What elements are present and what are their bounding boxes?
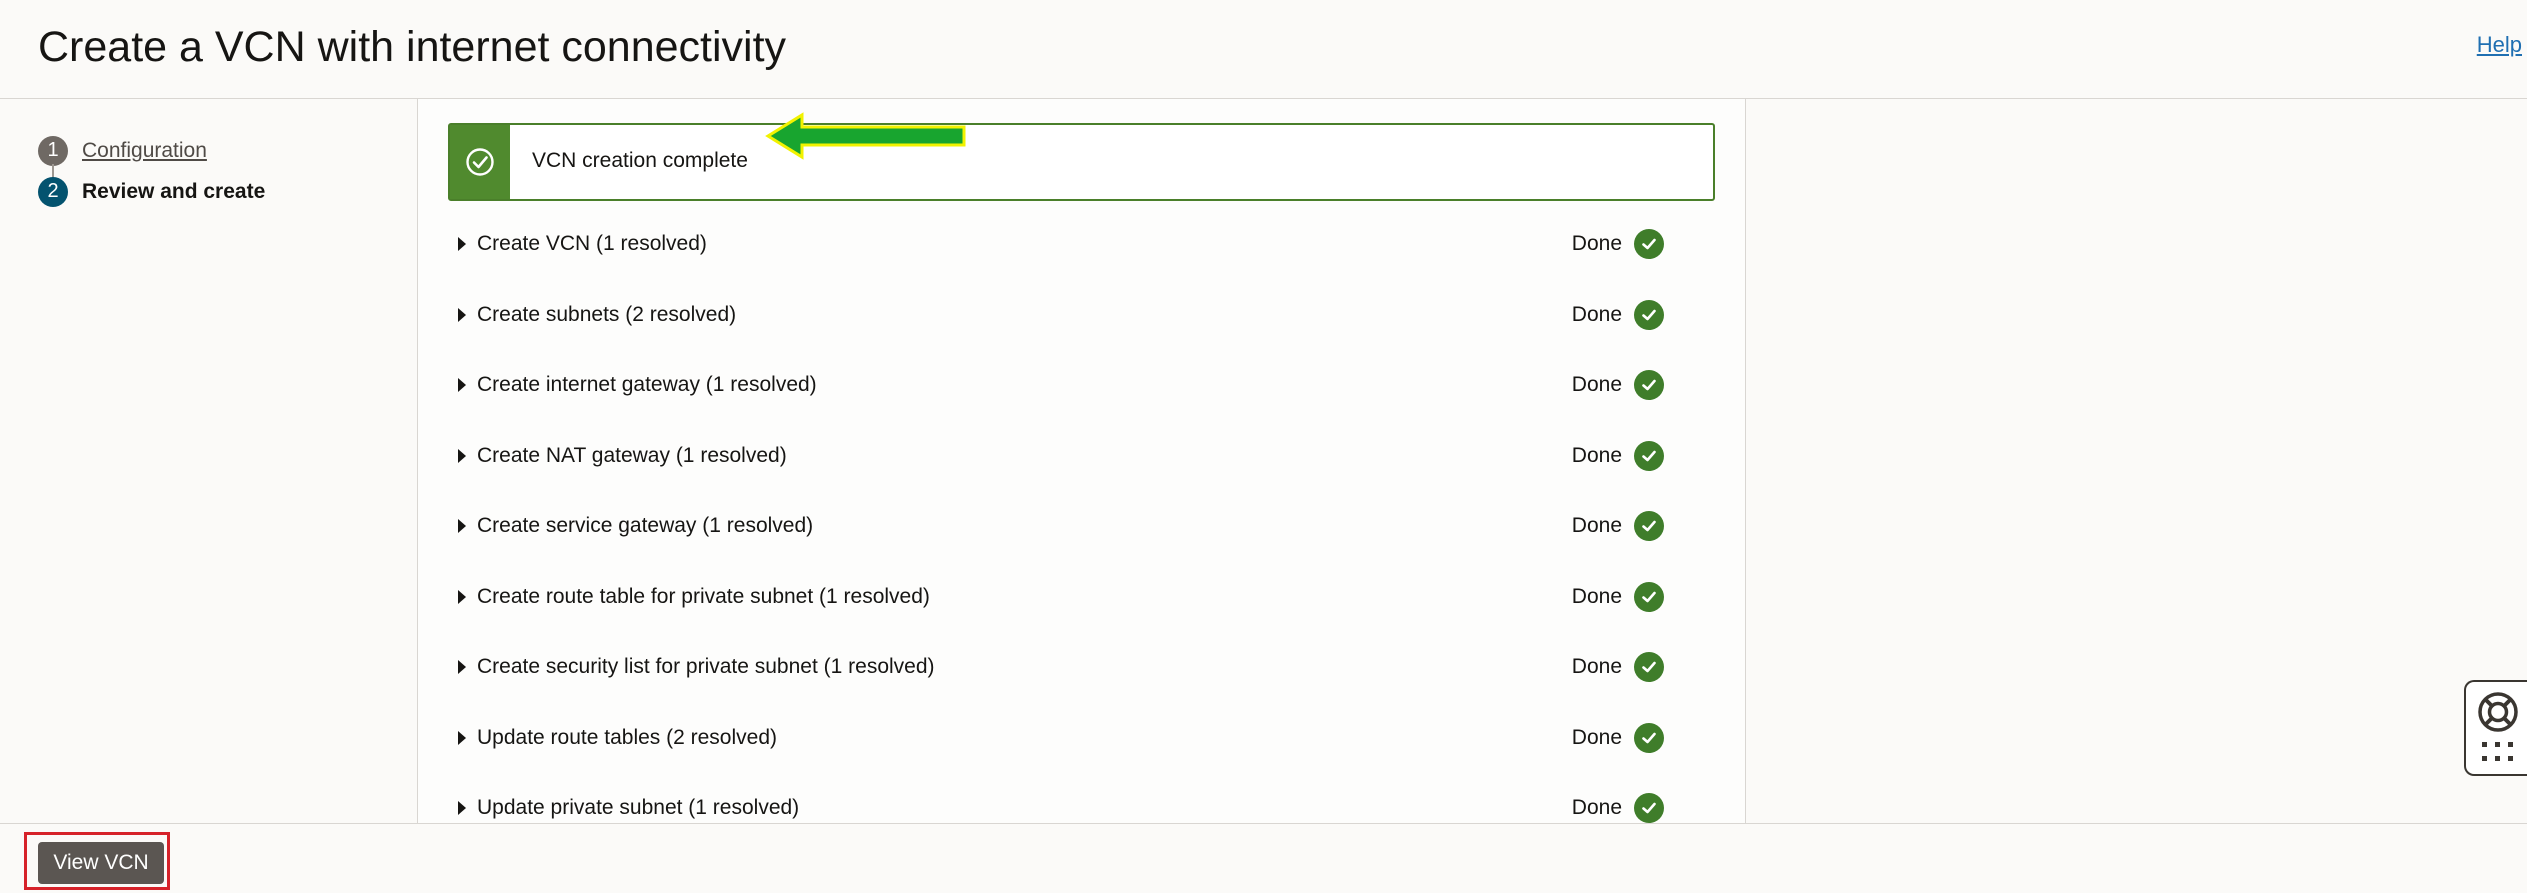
task-row[interactable]: Create NAT gateway (1 resolved) Done	[458, 421, 1708, 492]
step-label[interactable]: Configuration	[82, 139, 207, 163]
banner-message: VCN creation complete	[532, 149, 748, 172]
check-circle-icon	[1634, 370, 1664, 401]
check-circle-icon	[1634, 440, 1664, 471]
task-label[interactable]: Create route table for private subnet (1…	[477, 585, 930, 609]
page-header: Create a VCN with internet connectivity …	[0, 0, 2527, 99]
help-widget[interactable]	[2464, 680, 2527, 776]
wizard-steps: 1 Configuration 2 Review and create	[38, 130, 265, 212]
task-list: Create VCN (1 resolved) Done Create subn…	[458, 209, 1708, 844]
caret-right-icon[interactable]	[458, 660, 466, 675]
step-configuration[interactable]: 1 Configuration	[38, 130, 265, 178]
task-row[interactable]: Create VCN (1 resolved) Done	[458, 209, 1708, 280]
step-number: 2	[38, 176, 68, 207]
task-label[interactable]: Create internet gateway (1 resolved)	[477, 373, 817, 397]
task-row[interactable]: Create subnets (2 resolved) Done	[458, 280, 1708, 351]
caret-right-icon[interactable]	[458, 448, 466, 463]
task-status: Done	[1571, 584, 1622, 608]
check-circle-icon	[1634, 229, 1664, 260]
task-row[interactable]: Create route table for private subnet (1…	[458, 562, 1708, 633]
check-circle-icon	[1634, 722, 1664, 753]
task-status: Done	[1571, 373, 1622, 397]
task-label[interactable]: Create VCN (1 resolved)	[477, 232, 707, 256]
banner-icon-box	[450, 125, 510, 199]
task-status: Done	[1571, 655, 1622, 679]
task-status: Done	[1571, 302, 1622, 326]
task-status: Done	[1571, 796, 1622, 820]
task-row[interactable]: Update route tables (2 resolved) Done	[458, 703, 1708, 774]
check-circle-icon	[1634, 793, 1664, 824]
step-label: Review and create	[82, 179, 266, 203]
help-link[interactable]: Help	[2477, 32, 2522, 58]
caret-right-icon[interactable]	[458, 730, 466, 745]
caret-right-icon[interactable]	[458, 589, 466, 604]
check-circle-icon	[1634, 299, 1664, 330]
check-circle-icon	[1634, 652, 1664, 683]
caret-right-icon[interactable]	[458, 378, 466, 393]
arrow-left-icon	[765, 112, 966, 160]
step-number: 1	[38, 135, 68, 166]
view-vcn-button[interactable]: View VCN	[38, 842, 164, 884]
lifebuoy-icon[interactable]	[2476, 690, 2520, 734]
task-status: Done	[1571, 514, 1622, 538]
grid-icon[interactable]	[2482, 742, 2514, 764]
step-review-and-create: 2 Review and create	[38, 171, 265, 212]
task-status: Done	[1571, 443, 1622, 467]
page-title: Create a VCN with internet connectivity	[38, 23, 787, 71]
caret-right-icon[interactable]	[458, 307, 466, 322]
task-row[interactable]: Create service gateway (1 resolved) Done	[458, 491, 1708, 562]
task-label[interactable]: Create service gateway (1 resolved)	[477, 514, 813, 538]
task-label[interactable]: Update private subnet (1 resolved)	[477, 796, 799, 820]
task-label[interactable]: Update route tables (2 resolved)	[477, 726, 777, 750]
caret-right-icon[interactable]	[458, 237, 466, 252]
check-circle-icon	[466, 148, 494, 176]
caret-right-icon[interactable]	[458, 519, 466, 534]
task-label[interactable]: Create security list for private subnet …	[477, 655, 935, 679]
task-status: Done	[1571, 232, 1622, 256]
task-label[interactable]: Create subnets (2 resolved)	[477, 303, 736, 327]
task-status: Done	[1571, 725, 1622, 749]
task-label[interactable]: Create NAT gateway (1 resolved)	[477, 444, 787, 468]
check-circle-icon	[1634, 511, 1664, 542]
caret-right-icon[interactable]	[458, 801, 466, 816]
success-banner: VCN creation complete	[448, 123, 1715, 201]
task-row[interactable]: Create internet gateway (1 resolved) Don…	[458, 350, 1708, 421]
task-row[interactable]: Create security list for private subnet …	[458, 632, 1708, 703]
review-panel: VCN creation complete Create VCN (1 reso…	[417, 99, 1746, 824]
page-footer: View VCN	[0, 823, 2527, 893]
check-circle-icon	[1634, 581, 1664, 612]
